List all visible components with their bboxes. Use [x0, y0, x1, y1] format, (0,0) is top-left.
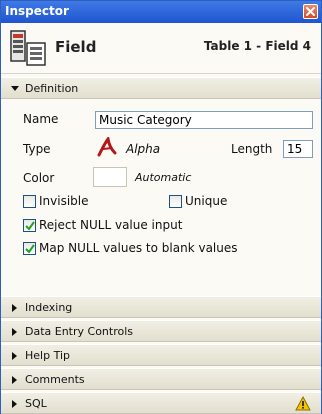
table-field-label: Table 1 - Field 4: [203, 39, 311, 53]
section-data-entry-label: Data Entry Controls: [25, 325, 134, 338]
unique-checkbox[interactable]: [169, 195, 182, 208]
title-bar[interactable]: Inspector: [1, 1, 321, 23]
section-sql-label: SQL: [25, 397, 47, 410]
length-label: Length: [231, 142, 273, 156]
name-field[interactable]: [95, 111, 313, 129]
inspector-window: Inspector Field Table 1 - Field 4 Defini…: [0, 0, 322, 414]
section-indexing[interactable]: Indexing: [1, 296, 321, 318]
unique-label[interactable]: Unique: [185, 194, 227, 208]
field-icon: [10, 30, 46, 66]
inspector-header: Field Table 1 - Field 4: [1, 23, 321, 74]
invisible-label[interactable]: Invisible: [39, 194, 89, 208]
reject-null-label[interactable]: Reject NULL value input: [39, 218, 182, 232]
map-null-checkbox[interactable]: [23, 242, 36, 255]
type-value[interactable]: Alpha: [126, 142, 160, 156]
reject-null-checkbox[interactable]: [23, 219, 36, 232]
section-sql[interactable]: SQL: [1, 392, 321, 414]
triangle-right-icon: [12, 376, 17, 384]
type-label: Type: [23, 142, 51, 156]
close-icon: [306, 7, 315, 16]
section-comments[interactable]: Comments: [1, 368, 321, 390]
checkmark-icon: [25, 244, 35, 254]
window-title: Inspector: [5, 4, 69, 18]
section-help-tip[interactable]: Help Tip: [1, 344, 321, 366]
length-field[interactable]: [283, 140, 313, 158]
triangle-right-icon: [12, 328, 17, 336]
color-swatch[interactable]: [93, 167, 127, 187]
section-definition-label: Definition: [25, 82, 79, 95]
warning-icon[interactable]: [295, 396, 311, 411]
color-label: Color: [23, 171, 55, 185]
triangle-right-icon: [12, 304, 17, 312]
section-comments-label: Comments: [25, 373, 85, 386]
invisible-checkbox[interactable]: [23, 195, 36, 208]
section-help-tip-label: Help Tip: [25, 349, 70, 362]
map-null-label[interactable]: Map NULL values to blank values: [39, 241, 238, 255]
name-label: Name: [23, 112, 59, 126]
close-button[interactable]: [303, 4, 318, 19]
section-indexing-label: Indexing: [25, 301, 73, 314]
triangle-right-icon: [12, 400, 17, 408]
section-data-entry-controls[interactable]: Data Entry Controls: [1, 320, 321, 342]
section-definition[interactable]: Definition: [1, 77, 321, 99]
triangle-right-icon: [12, 352, 17, 360]
checkmark-icon: [25, 221, 35, 231]
alpha-type-icon[interactable]: [97, 137, 119, 157]
color-value: Automatic: [135, 171, 192, 184]
triangle-down-icon: [11, 86, 19, 91]
field-title: Field: [55, 38, 97, 56]
